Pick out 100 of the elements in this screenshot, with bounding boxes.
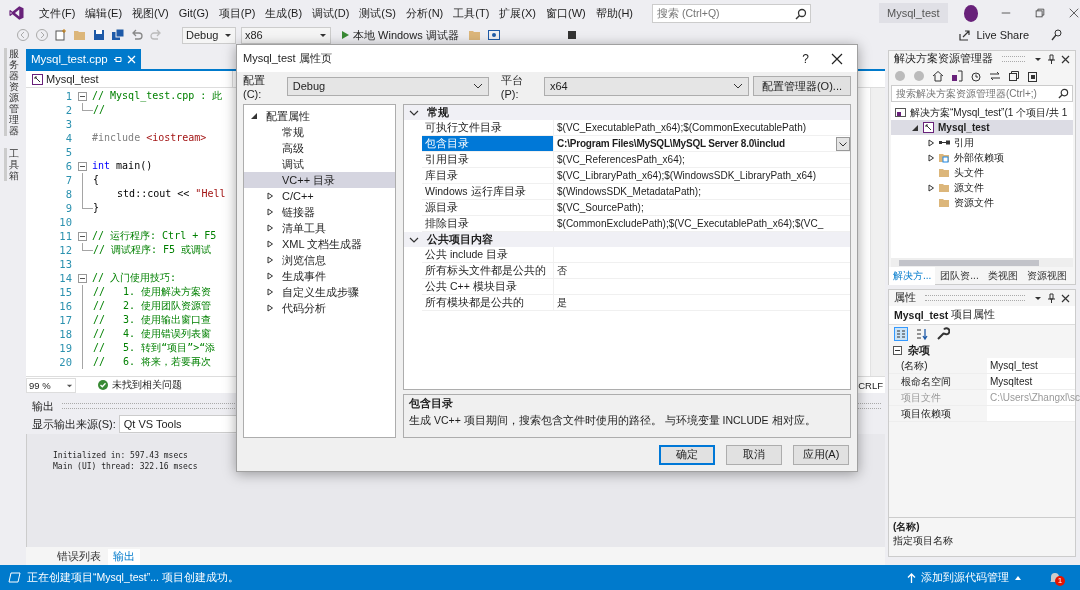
close-icon[interactable] <box>1061 54 1070 64</box>
undo-icon[interactable] <box>130 28 144 42</box>
search-field[interactable]: 搜索 (Ctrl+Q) <box>652 3 811 23</box>
collapse-icon[interactable] <box>78 161 87 171</box>
stop-icon[interactable] <box>565 29 578 41</box>
property-name[interactable]: 库目录 <box>422 168 554 183</box>
tree-item[interactable]: 配置属性 <box>244 108 395 124</box>
line-ending[interactable]: CRLF <box>858 379 885 391</box>
sync-icon[interactable] <box>989 70 1001 82</box>
property-value[interactable]: $(VC_ExecutablePath_x64);$(CommonExecutablePath) <box>554 122 807 133</box>
expander-icon[interactable] <box>266 192 274 200</box>
restore-button[interactable] <box>1034 6 1046 20</box>
side-tab[interactable]: 服务器资源管理器 <box>3 48 19 136</box>
menu-item[interactable]: 文件(F) <box>34 5 81 21</box>
expander-icon[interactable] <box>927 138 935 147</box>
issues-status[interactable]: 未找到相关问题 <box>112 378 182 392</box>
run-button[interactable]: 本地 Windows 调试器 <box>336 27 463 43</box>
expander-icon[interactable] <box>911 123 919 132</box>
property-value[interactable]: 否 <box>554 263 567 278</box>
panel-tab[interactable]: 输出 <box>108 549 140 565</box>
dialog-button[interactable]: 应用(A) <box>793 444 849 465</box>
expander-icon[interactable] <box>266 256 274 264</box>
tree-item[interactable]: 浏览信息 <box>244 252 395 268</box>
menu-item[interactable]: 帮助(H) <box>590 5 638 21</box>
property-value[interactable]: Mysql_test <box>987 360 1038 371</box>
menu-item[interactable]: 扩展(X) <box>494 5 541 21</box>
tree-item[interactable]: 生成事件 <box>244 268 395 284</box>
configuration-dropdown[interactable]: Debug <box>286 76 489 96</box>
zoom-dropdown[interactable]: 99 % <box>26 377 76 393</box>
property-value[interactable]: $(VC_ReferencesPath_x64); <box>554 154 685 165</box>
expander-icon[interactable] <box>927 183 935 192</box>
menu-item[interactable]: 工具(T) <box>448 5 495 21</box>
tree-item[interactable]: 引用 <box>891 135 1073 150</box>
property-name[interactable]: Windows 运行库目录 <box>422 184 554 199</box>
property-value[interactable]: 是 <box>554 295 567 310</box>
tree-item[interactable]: 常规 <box>244 124 395 140</box>
scope-dropdown[interactable]: Mysql_test <box>26 71 233 87</box>
categorized-icon[interactable] <box>894 327 908 341</box>
expander-icon[interactable] <box>266 288 274 296</box>
dialog-button[interactable]: 确定 <box>659 444 715 465</box>
property-value[interactable]: Mysqltest <box>987 376 1033 387</box>
pin-icon[interactable] <box>1047 54 1056 64</box>
tree-item[interactable]: 外部依赖项 <box>891 150 1073 165</box>
caret-icon[interactable] <box>1034 55 1042 63</box>
tree-item[interactable]: XML 文档生成器 <box>244 236 395 252</box>
property-name[interactable]: 可执行文件目录 <box>422 120 554 135</box>
help-button[interactable]: ? <box>802 51 809 66</box>
menu-item[interactable]: Git(G) <box>173 7 214 19</box>
tree-item[interactable]: 源文件 <box>891 180 1073 195</box>
tree-item[interactable]: VC++ 目录 <box>244 172 395 188</box>
collapse-icon[interactable] <box>78 231 87 241</box>
sort-icon[interactable] <box>915 327 929 341</box>
close-button[interactable] <box>831 52 843 65</box>
menu-item[interactable]: 分析(N) <box>401 5 449 21</box>
caret-icon[interactable] <box>1034 294 1042 302</box>
platform-dropdown[interactable]: x64 <box>543 76 749 96</box>
object-dropdown[interactable]: Mysql_test 项目属性 <box>889 306 1075 325</box>
tree-item[interactable]: 代码分析 <box>244 300 395 316</box>
menu-item[interactable]: 调试(D) <box>307 5 355 21</box>
property-name[interactable]: 源目录 <box>422 200 554 215</box>
tree-item[interactable]: C/C++ <box>244 188 395 204</box>
dropdown-button[interactable] <box>836 136 850 151</box>
panel-tab[interactable]: 错误列表 <box>52 549 106 565</box>
expander-icon[interactable] <box>250 112 258 120</box>
live-share-button[interactable]: Live Share <box>952 27 1035 43</box>
avatar[interactable] <box>963 4 979 22</box>
tree-item[interactable]: 资源文件 <box>891 195 1073 210</box>
menu-item[interactable]: 项目(P) <box>213 5 261 21</box>
close-icon[interactable] <box>1061 293 1070 303</box>
save-all-icon[interactable] <box>111 28 125 42</box>
property-value[interactable]: $(VC_LibraryPath_x64);$(WindowsSDK_LibraryPath_x64) <box>554 170 816 181</box>
property-name[interactable]: 公共 C++ 模块目录 <box>422 279 554 294</box>
property-name[interactable]: 排除目录 <box>422 216 554 231</box>
scrollbar[interactable] <box>870 88 885 376</box>
expander-icon[interactable] <box>266 272 274 280</box>
configuration-dropdown[interactable]: Debug <box>182 26 236 44</box>
wrench-icon[interactable] <box>936 327 950 341</box>
collapse-icon[interactable] <box>78 273 87 283</box>
panel-tab[interactable]: 类视图 <box>983 266 1022 285</box>
chevron-icon[interactable] <box>409 235 419 244</box>
feedback-icon[interactable] <box>1050 28 1064 42</box>
expander-icon[interactable] <box>266 240 274 248</box>
expander-icon[interactable] <box>927 153 935 162</box>
property-value[interactable]: $(VC_SourcePath); <box>554 202 644 213</box>
window-icon[interactable] <box>486 28 501 42</box>
collapse-all-icon[interactable] <box>1008 70 1020 82</box>
menu-item[interactable]: 测试(S) <box>354 5 401 21</box>
search-field[interactable]: 搜索解决方案资源管理器(Ctrl+;) <box>891 85 1073 102</box>
expander-icon[interactable] <box>266 304 274 312</box>
collapse-icon[interactable] <box>893 346 902 355</box>
property-name[interactable]: 所有模块都是公共的 <box>422 295 554 310</box>
switch-view-icon[interactable] <box>951 70 963 82</box>
history-icon[interactable] <box>970 70 982 82</box>
tree-item[interactable]: 链接器 <box>244 204 395 220</box>
tree-item[interactable]: 清单工具 <box>244 220 395 236</box>
expander-icon[interactable] <box>266 208 274 216</box>
property-name[interactable]: 引用目录 <box>422 152 554 167</box>
home-icon[interactable] <box>932 70 944 82</box>
panel-tab[interactable]: 团队资... <box>936 266 983 285</box>
chevron-icon[interactable] <box>409 108 419 117</box>
